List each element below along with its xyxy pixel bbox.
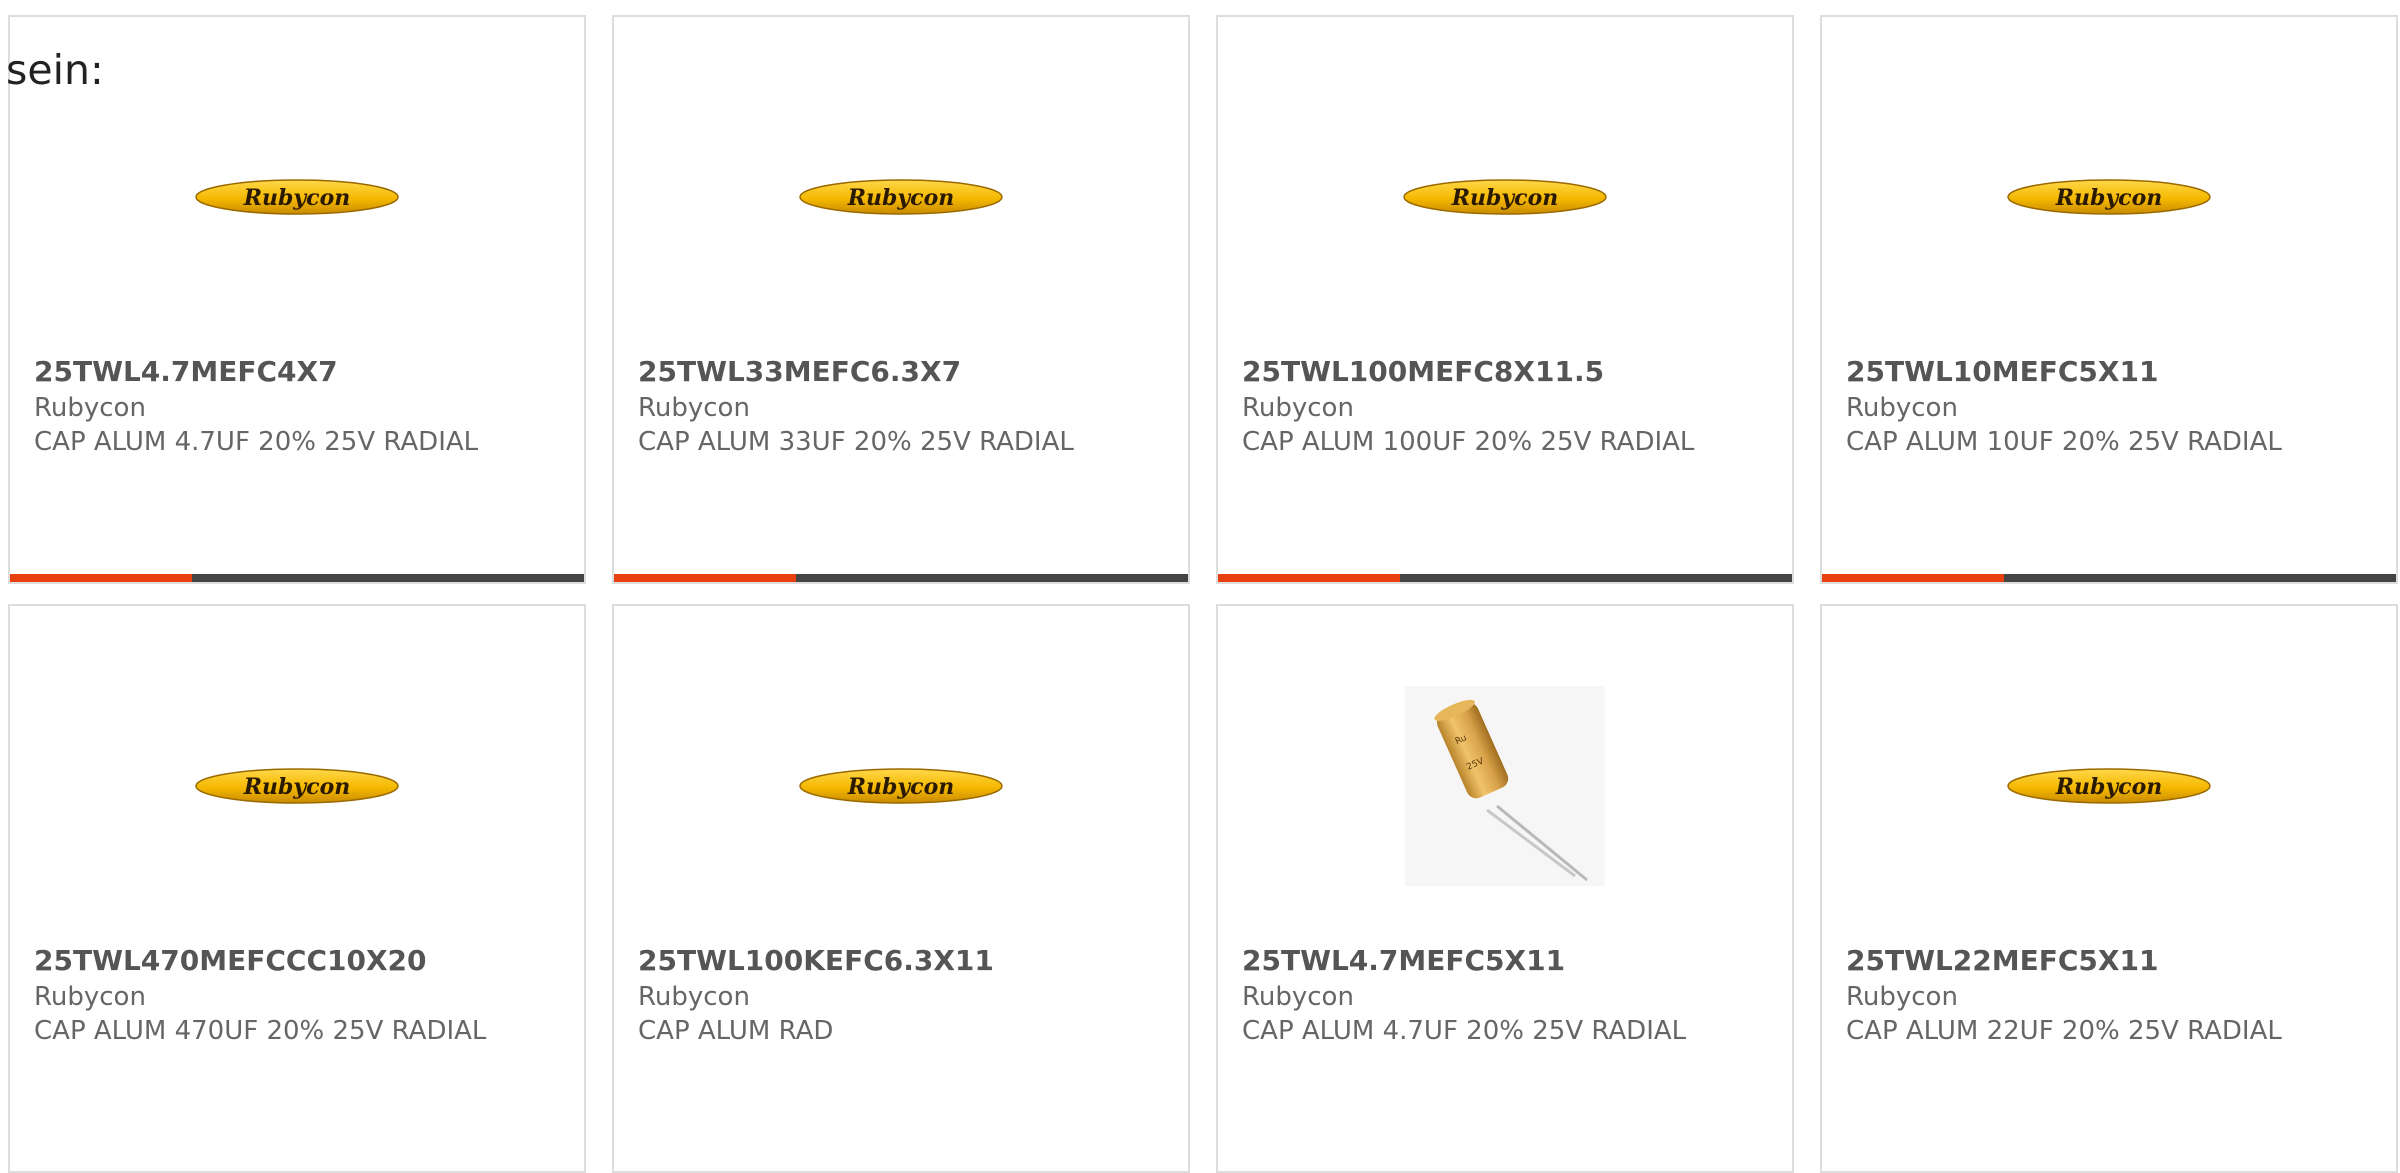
manufacturer-name: Rubycon — [638, 982, 750, 1012]
rubycon-logo: Rubycon — [2007, 179, 2211, 215]
product-image[interactable]: Rubycon — [614, 666, 1188, 906]
product-image[interactable]: Rubycon — [10, 77, 584, 317]
product-image[interactable]: Ru 25V — [1218, 666, 1792, 906]
product-description: CAP ALUM 470UF 20% 25V RADIAL — [34, 1016, 487, 1046]
manufacturer-name: Rubycon — [638, 393, 750, 423]
product-image[interactable]: Rubycon — [1218, 77, 1792, 317]
rubycon-logo: Rubycon — [195, 179, 399, 215]
manufacturer-name: Rubycon — [1846, 393, 1958, 423]
rubycon-logo: Rubycon — [195, 768, 399, 804]
manufacturer-name: Rubycon — [1242, 982, 1354, 1012]
card-accent — [614, 574, 796, 582]
svg-text:Rubycon: Rubycon — [243, 774, 351, 800]
capacitor-photo: Ru 25V — [1405, 686, 1605, 886]
intro-text: sein: — [6, 46, 104, 94]
svg-text:Rubycon: Rubycon — [243, 185, 351, 211]
manufacturer-name: Rubycon — [34, 393, 146, 423]
part-number-link[interactable]: 25TWL100KEFC6.3X11 — [638, 944, 994, 978]
product-card[interactable]: Rubycon 25TWL470MEFCCC10X20 Rubycon CAP … — [8, 604, 586, 1173]
card-accent — [1218, 574, 1400, 582]
product-description: CAP ALUM 100UF 20% 25V RADIAL — [1242, 427, 1695, 457]
rubycon-logo: Rubycon — [1403, 179, 1607, 215]
product-card[interactable]: Rubycon 25TWL100KEFC6.3X11 Rubycon CAP A… — [612, 604, 1190, 1173]
manufacturer-name: Rubycon — [34, 982, 146, 1012]
svg-text:Rubycon: Rubycon — [2055, 774, 2163, 800]
svg-text:Rubycon: Rubycon — [1451, 185, 1559, 211]
product-image[interactable]: Rubycon — [10, 666, 584, 906]
part-number-link[interactable]: 25TWL4.7MEFC5X11 — [1242, 944, 1565, 978]
product-card[interactable]: Rubycon 25TWL33MEFC6.3X7 Rubycon CAP ALU… — [612, 15, 1190, 584]
rubycon-logo: Rubycon — [799, 179, 1003, 215]
card-footer-bar — [1218, 574, 1792, 582]
product-card[interactable]: Rubycon 25TWL22MEFC5X11 Rubycon CAP ALUM… — [1820, 604, 2398, 1173]
product-image[interactable]: Rubycon — [1822, 77, 2396, 317]
product-description: CAP ALUM RAD — [638, 1016, 834, 1046]
card-accent — [10, 574, 192, 582]
manufacturer-name: Rubycon — [1846, 982, 1958, 1012]
svg-text:Rubycon: Rubycon — [2055, 185, 2163, 211]
svg-text:Rubycon: Rubycon — [847, 774, 955, 800]
card-footer-bar — [614, 574, 1188, 582]
rubycon-logo: Rubycon — [2007, 768, 2211, 804]
part-number-link[interactable]: 25TWL470MEFCCC10X20 — [34, 944, 427, 978]
part-number-link[interactable]: 25TWL4.7MEFC4X7 — [34, 355, 338, 389]
product-description: CAP ALUM 10UF 20% 25V RADIAL — [1846, 427, 2282, 457]
part-number-link[interactable]: 25TWL100MEFC8X11.5 — [1242, 355, 1604, 389]
card-accent — [1822, 574, 2004, 582]
card-footer-bar — [1822, 574, 2396, 582]
rubycon-logo: Rubycon — [799, 768, 1003, 804]
manufacturer-name: Rubycon — [1242, 393, 1354, 423]
product-description: CAP ALUM 4.7UF 20% 25V RADIAL — [34, 427, 479, 457]
product-card[interactable]: Rubycon 25TWL100MEFC8X11.5 Rubycon CAP A… — [1216, 15, 1794, 584]
product-description: CAP ALUM 22UF 20% 25V RADIAL — [1846, 1016, 2282, 1046]
product-card[interactable]: Rubycon 25TWL10MEFC5X11 Rubycon CAP ALUM… — [1820, 15, 2398, 584]
card-footer-bar — [10, 574, 584, 582]
product-description: CAP ALUM 4.7UF 20% 25V RADIAL — [1242, 1016, 1687, 1046]
product-card[interactable]: Ru 25V 25TWL4.7MEFC5X11 Rubycon CAP ALUM… — [1216, 604, 1794, 1173]
part-number-link[interactable]: 25TWL10MEFC5X11 — [1846, 355, 2158, 389]
part-number-link[interactable]: 25TWL33MEFC6.3X7 — [638, 355, 961, 389]
part-number-link[interactable]: 25TWL22MEFC5X11 — [1846, 944, 2158, 978]
product-image[interactable]: Rubycon — [614, 77, 1188, 317]
product-image[interactable]: Rubycon — [1822, 666, 2396, 906]
product-card[interactable]: Rubycon 25TWL4.7MEFC4X7 Rubycon CAP ALUM… — [8, 15, 586, 584]
svg-text:Rubycon: Rubycon — [847, 185, 955, 211]
product-description: CAP ALUM 33UF 20% 25V RADIAL — [638, 427, 1074, 457]
